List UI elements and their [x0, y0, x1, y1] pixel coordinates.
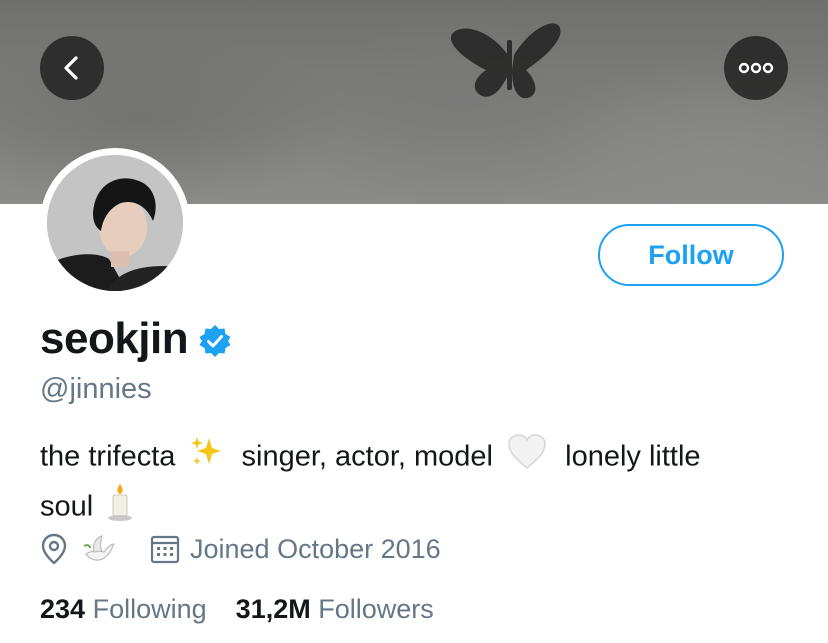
following-link[interactable]: 234 Following	[40, 594, 214, 624]
back-button[interactable]	[40, 36, 104, 100]
follow-button-label: Follow	[648, 239, 734, 270]
location-pin-icon	[41, 533, 67, 565]
followers-link[interactable]: 31,2M Followers	[236, 594, 434, 624]
white-heart-icon	[507, 434, 547, 482]
followers-label: Followers	[318, 594, 434, 624]
following-count: 234	[40, 594, 86, 624]
calendar-icon	[150, 535, 180, 564]
followers-count: 31,2M	[235, 594, 311, 624]
bio-text: the trifecta	[40, 440, 176, 473]
avatar[interactable]	[47, 155, 183, 291]
verified-badge-icon	[199, 325, 231, 357]
bio-text: soul	[40, 490, 94, 523]
chevron-left-icon	[64, 56, 78, 80]
follow-button[interactable]: Follow	[598, 224, 784, 286]
profile-stats: 234 Following 31,2M Followers	[40, 594, 434, 625]
sparkles-icon	[189, 435, 223, 481]
avatar-frame[interactable]	[40, 148, 190, 298]
display-name: seokjin	[40, 314, 189, 363]
profile-meta: Joined October 2016	[40, 532, 441, 566]
following-label: Following	[92, 594, 207, 624]
bio-text: lonely little	[565, 440, 701, 473]
avatar-image	[47, 155, 183, 291]
dove-icon	[83, 535, 115, 561]
bio-text: singer, actor, model	[241, 440, 494, 473]
user-handle: @jinnies	[40, 373, 152, 405]
display-name-row: seokjin	[40, 314, 232, 364]
candle-icon	[107, 482, 133, 534]
joined-date: Joined October 2016	[190, 533, 441, 564]
more-options-button[interactable]	[724, 36, 788, 100]
profile-bio: the trifecta singer, actor, model lonely…	[40, 434, 800, 534]
more-horizontal-icon	[738, 62, 774, 74]
